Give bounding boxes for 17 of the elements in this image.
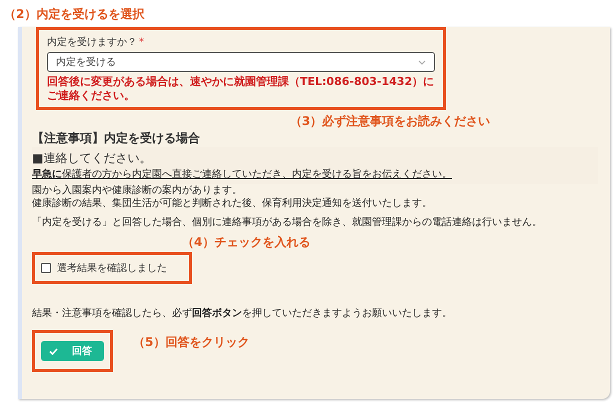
- check-icon: [49, 348, 58, 355]
- notice-paragraph: 健康診断の結果、集団生活が可能と判断された後、保育利用決定通知を送付いたします。: [32, 197, 433, 211]
- notice-paragraph: 園から入園案内や健康診断の案内があります。: [32, 184, 243, 198]
- chevron-icon: [418, 60, 426, 64]
- final-note: 結果・注意事項を確認したら、必ず回答ボタンを押していただきますようお願いいたします。: [32, 306, 453, 320]
- contact-title: ■連絡してください。: [32, 150, 152, 167]
- answer-select[interactable]: 内定を受ける: [47, 52, 435, 72]
- notice-paragraph: 「内定を受ける」と回答した場合、個別に連絡事項がある場合を除き、就園管理課からの電話連絡は行いません。: [32, 216, 543, 230]
- step-annotation: （3）必ず注意事項をお読みください: [288, 112, 492, 130]
- confirm-checkbox[interactable]: 選考結果を確認しました: [41, 261, 183, 276]
- step-annotation: （2）内定を受けるを選択: [4, 6, 146, 23]
- notice-heading: 【注意事項】内定を受ける場合: [32, 130, 201, 147]
- question-label: 内定を受けますか？ *: [47, 36, 145, 49]
- step-annotation: （4）チェックを入れる: [181, 234, 312, 252]
- step-annotation: （5）回答をクリック: [133, 334, 250, 352]
- checkbox-square-icon: [41, 263, 51, 274]
- warning-text: 回答後に変更がある場合は、速やかに就園管理課（TEL:086-803-1432）にご連絡ください。: [47, 75, 435, 104]
